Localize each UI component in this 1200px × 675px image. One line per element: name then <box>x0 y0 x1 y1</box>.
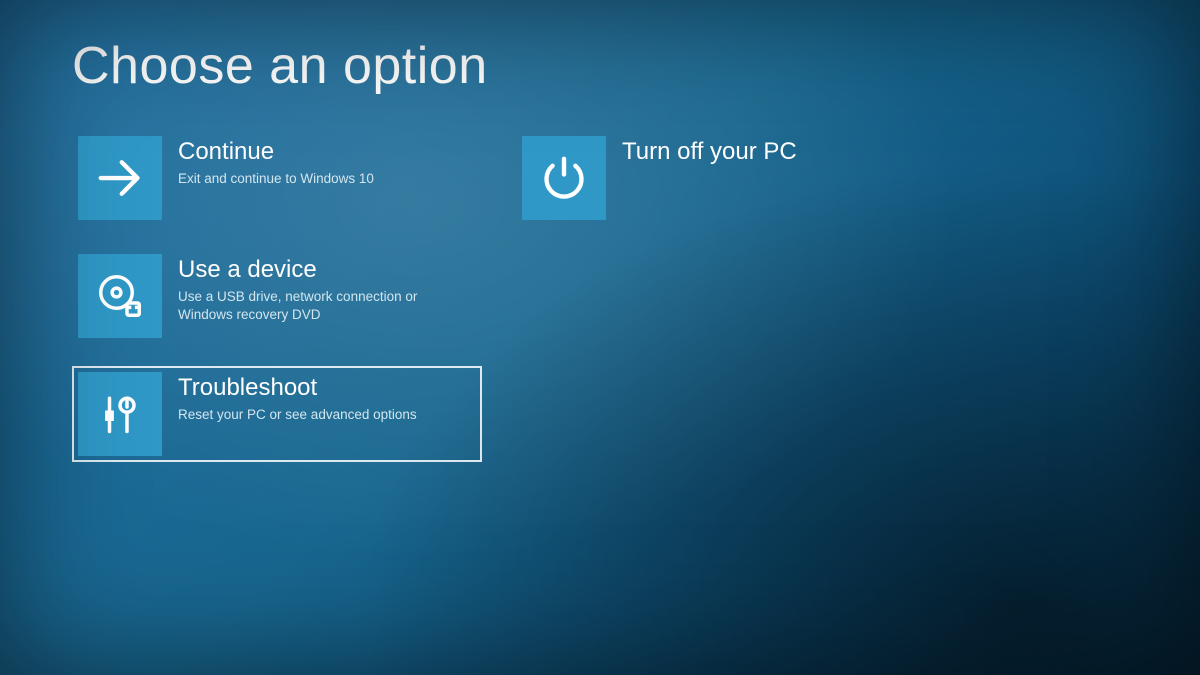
tools-icon <box>78 372 162 456</box>
disc-usb-icon <box>78 254 162 338</box>
option-use-device-title: Use a device <box>178 256 458 284</box>
option-troubleshoot-desc: Reset your PC or see advanced options <box>178 406 417 424</box>
option-turn-off-title: Turn off your PC <box>622 138 797 166</box>
option-continue-desc: Exit and continue to Windows 10 <box>178 170 374 188</box>
power-icon <box>522 136 606 220</box>
option-use-device[interactable]: Use a device Use a USB drive, network co… <box>72 248 482 344</box>
page-title: Choose an option <box>72 36 1128 96</box>
option-continue-title: Continue <box>178 138 374 166</box>
option-continue[interactable]: Continue Exit and continue to Windows 10 <box>72 130 482 226</box>
option-troubleshoot-title: Troubleshoot <box>178 374 417 402</box>
option-use-device-desc: Use a USB drive, network connection or W… <box>178 288 458 324</box>
option-troubleshoot[interactable]: Troubleshoot Reset your PC or see advanc… <box>72 366 482 462</box>
arrow-right-icon <box>78 136 162 220</box>
option-turn-off[interactable]: Turn off your PC <box>516 130 926 226</box>
